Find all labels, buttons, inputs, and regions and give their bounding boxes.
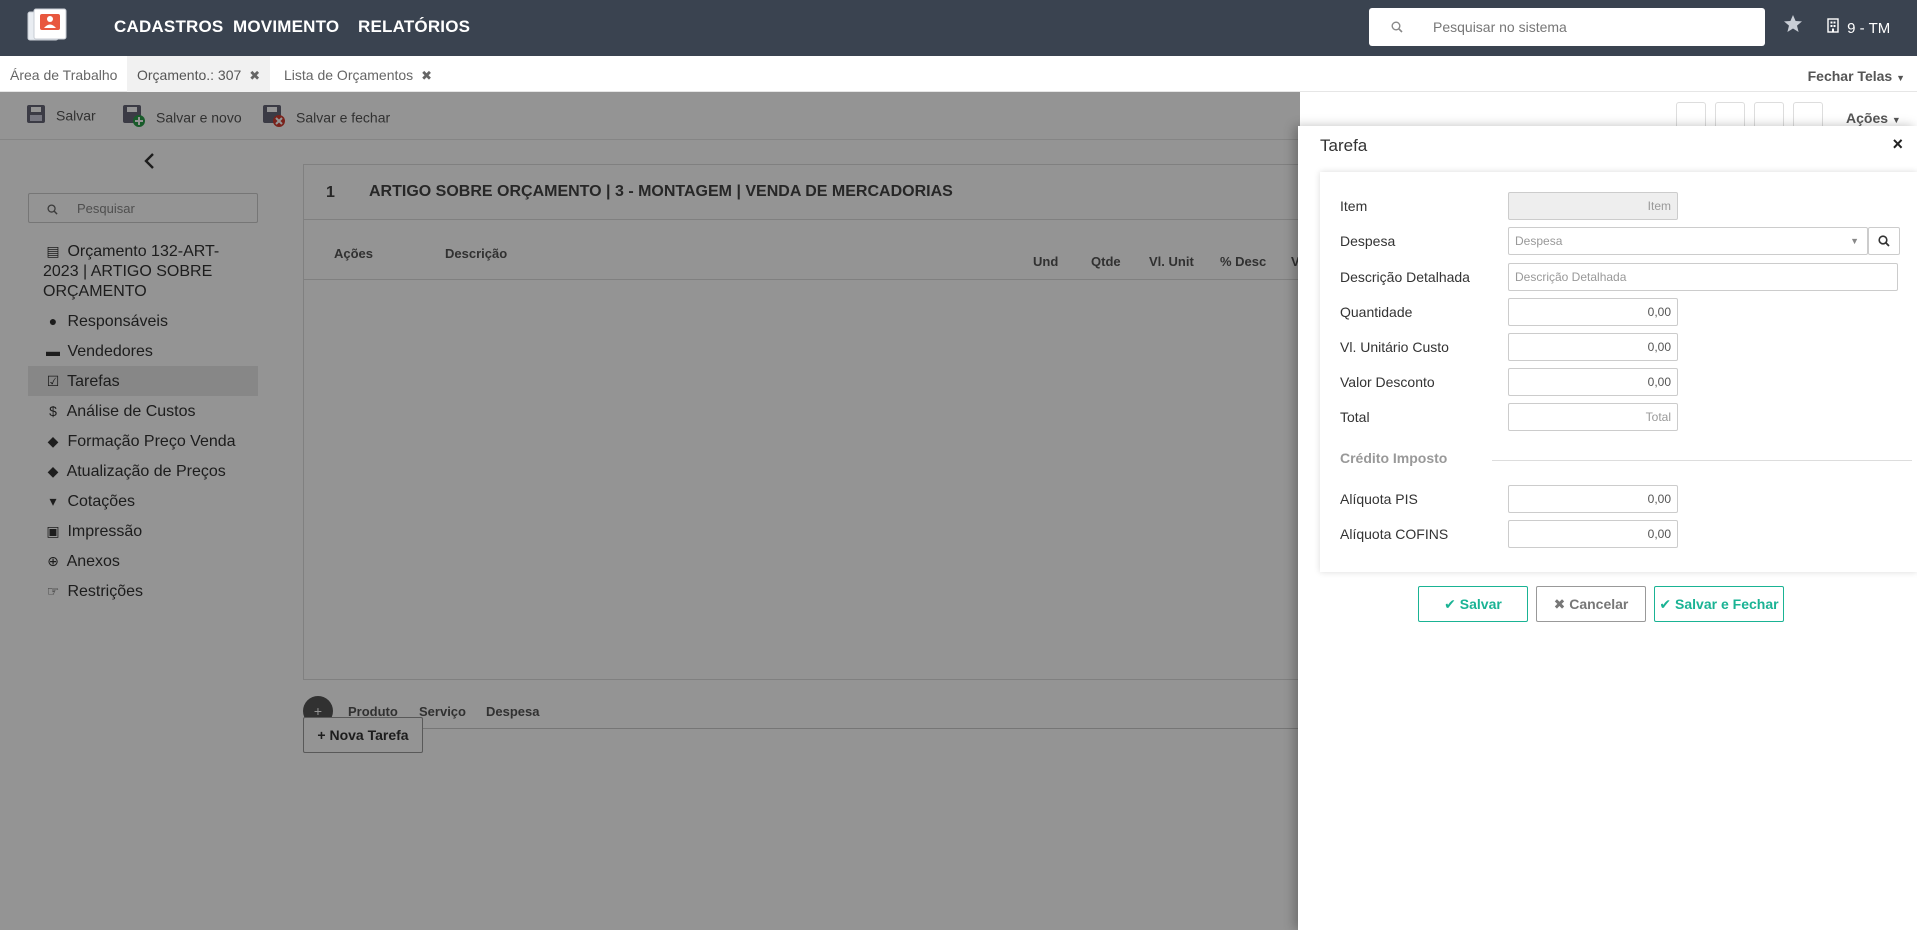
- tab-area-trabalho[interactable]: Área de Trabalho: [0, 56, 127, 92]
- field-quantidade: Quantidade 0,00: [1320, 298, 1917, 326]
- field-label: Total: [1340, 409, 1370, 425]
- field-label: Valor Desconto: [1340, 374, 1435, 390]
- top-navbar: CADASTROS MOVIMENTO RELATÓRIOS 9 - TM: [0, 0, 1917, 56]
- tabs-bar: Área de Trabalho Orçamento.: 307 ✖ Lista …: [0, 56, 1917, 92]
- field-label: Descrição Detalhada: [1340, 269, 1470, 285]
- check-icon: ✔: [1659, 596, 1672, 612]
- global-search[interactable]: [1369, 8, 1765, 46]
- tab-orcamento[interactable]: Orçamento.: 307 ✖: [127, 56, 271, 92]
- field-aliquota-pis: Alíquota PIS 0,00: [1320, 485, 1917, 513]
- aliquota-pis-input[interactable]: 0,00: [1508, 485, 1678, 513]
- modal-backdrop[interactable]: [0, 92, 1300, 930]
- panel-save-close-button[interactable]: ✔ Salvar e Fechar: [1654, 586, 1784, 622]
- global-search-input[interactable]: [1433, 8, 1753, 46]
- close-icon[interactable]: ×: [1892, 134, 1903, 155]
- quantidade-input[interactable]: 0,00: [1508, 298, 1678, 326]
- item-input: Item: [1508, 192, 1678, 220]
- despesa-placeholder: Despesa: [1515, 234, 1563, 248]
- total-input[interactable]: Total: [1508, 403, 1678, 431]
- vl-unitario-input[interactable]: 0,00: [1508, 333, 1678, 361]
- field-label: Alíquota PIS: [1340, 491, 1418, 507]
- caret-down-icon: ▼: [1891, 115, 1901, 125]
- building-icon: [1827, 18, 1843, 37]
- cancel-label: Cancelar: [1569, 596, 1629, 612]
- chevron-down-icon: ▼: [1850, 236, 1859, 246]
- app-logo[interactable]: [26, 8, 72, 44]
- check-icon: ✔: [1444, 596, 1456, 612]
- company-selector[interactable]: 9 - TM: [1827, 18, 1890, 37]
- valor-desconto-input[interactable]: 0,00: [1508, 368, 1678, 396]
- company-label: 9 - TM: [1847, 20, 1891, 37]
- actions-dropdown[interactable]: Ações ▼: [1846, 110, 1901, 126]
- field-aliquota-cofins: Alíquota COFINS 0,00: [1320, 520, 1917, 548]
- despesa-select[interactable]: Despesa ▼: [1508, 227, 1868, 255]
- close-tab-icon[interactable]: ✖: [421, 68, 432, 83]
- favorites-star-icon[interactable]: [1783, 14, 1803, 37]
- nav-cadastros[interactable]: CADASTROS: [114, 17, 223, 37]
- credito-imposto-heading: Crédito Imposto: [1340, 450, 1448, 466]
- panel-cancel-button[interactable]: ✖ Cancelar: [1536, 586, 1646, 622]
- panel-title: Tarefa: [1320, 136, 1368, 155]
- caret-down-icon: ▼: [1896, 73, 1905, 83]
- save-label: Salvar: [1459, 596, 1502, 612]
- field-label: Alíquota COFINS: [1340, 526, 1449, 542]
- field-despesa: Despesa Despesa ▼: [1320, 227, 1917, 255]
- nav-movimento[interactable]: MOVIMENTO: [233, 17, 339, 37]
- actions-label: Ações: [1846, 110, 1889, 126]
- tab-label: Área de Trabalho: [10, 67, 118, 83]
- search-icon: [1391, 20, 1403, 36]
- field-total: Total Total: [1320, 403, 1917, 431]
- save-close-label: Salvar e Fechar: [1675, 596, 1779, 612]
- tab-label: Lista de Orçamentos: [284, 67, 414, 83]
- search-icon: [1878, 235, 1890, 247]
- task-form: Item Item Despesa Despesa ▼ Descrição De…: [1320, 172, 1917, 572]
- field-label: Item: [1340, 198, 1368, 214]
- field-item: Item Item: [1320, 192, 1917, 220]
- nav-relatorios[interactable]: RELATÓRIOS: [358, 17, 470, 37]
- aliquota-cofins-input[interactable]: 0,00: [1508, 520, 1678, 548]
- descricao-input[interactable]: Descrição Detalhada: [1508, 263, 1898, 291]
- close-tab-icon[interactable]: ✖: [249, 68, 260, 83]
- field-label: Quantidade: [1340, 304, 1413, 320]
- field-label: Vl. Unitário Custo: [1340, 339, 1449, 355]
- divider: [1492, 460, 1912, 461]
- task-side-panel: Tarefa × Item Item Despesa Despesa ▼ Des…: [1298, 126, 1917, 930]
- tab-lista-orcamentos[interactable]: Lista de Orçamentos ✖: [274, 56, 442, 92]
- tab-label: Orçamento.: 307: [137, 67, 242, 83]
- field-descricao: Descrição Detalhada Descrição Detalhada: [1320, 263, 1917, 291]
- close-all-tabs[interactable]: Fechar Telas ▼: [1808, 68, 1905, 84]
- panel-save-button[interactable]: ✔ Salvar: [1418, 586, 1528, 622]
- field-vl-unitario: Vl. Unitário Custo 0,00: [1320, 333, 1917, 361]
- despesa-search-button[interactable]: [1868, 227, 1900, 255]
- close-all-label: Fechar Telas: [1807, 68, 1893, 84]
- field-label: Despesa: [1340, 233, 1396, 249]
- close-icon: ✖: [1553, 596, 1566, 612]
- field-valor-desconto: Valor Desconto 0,00: [1320, 368, 1917, 396]
